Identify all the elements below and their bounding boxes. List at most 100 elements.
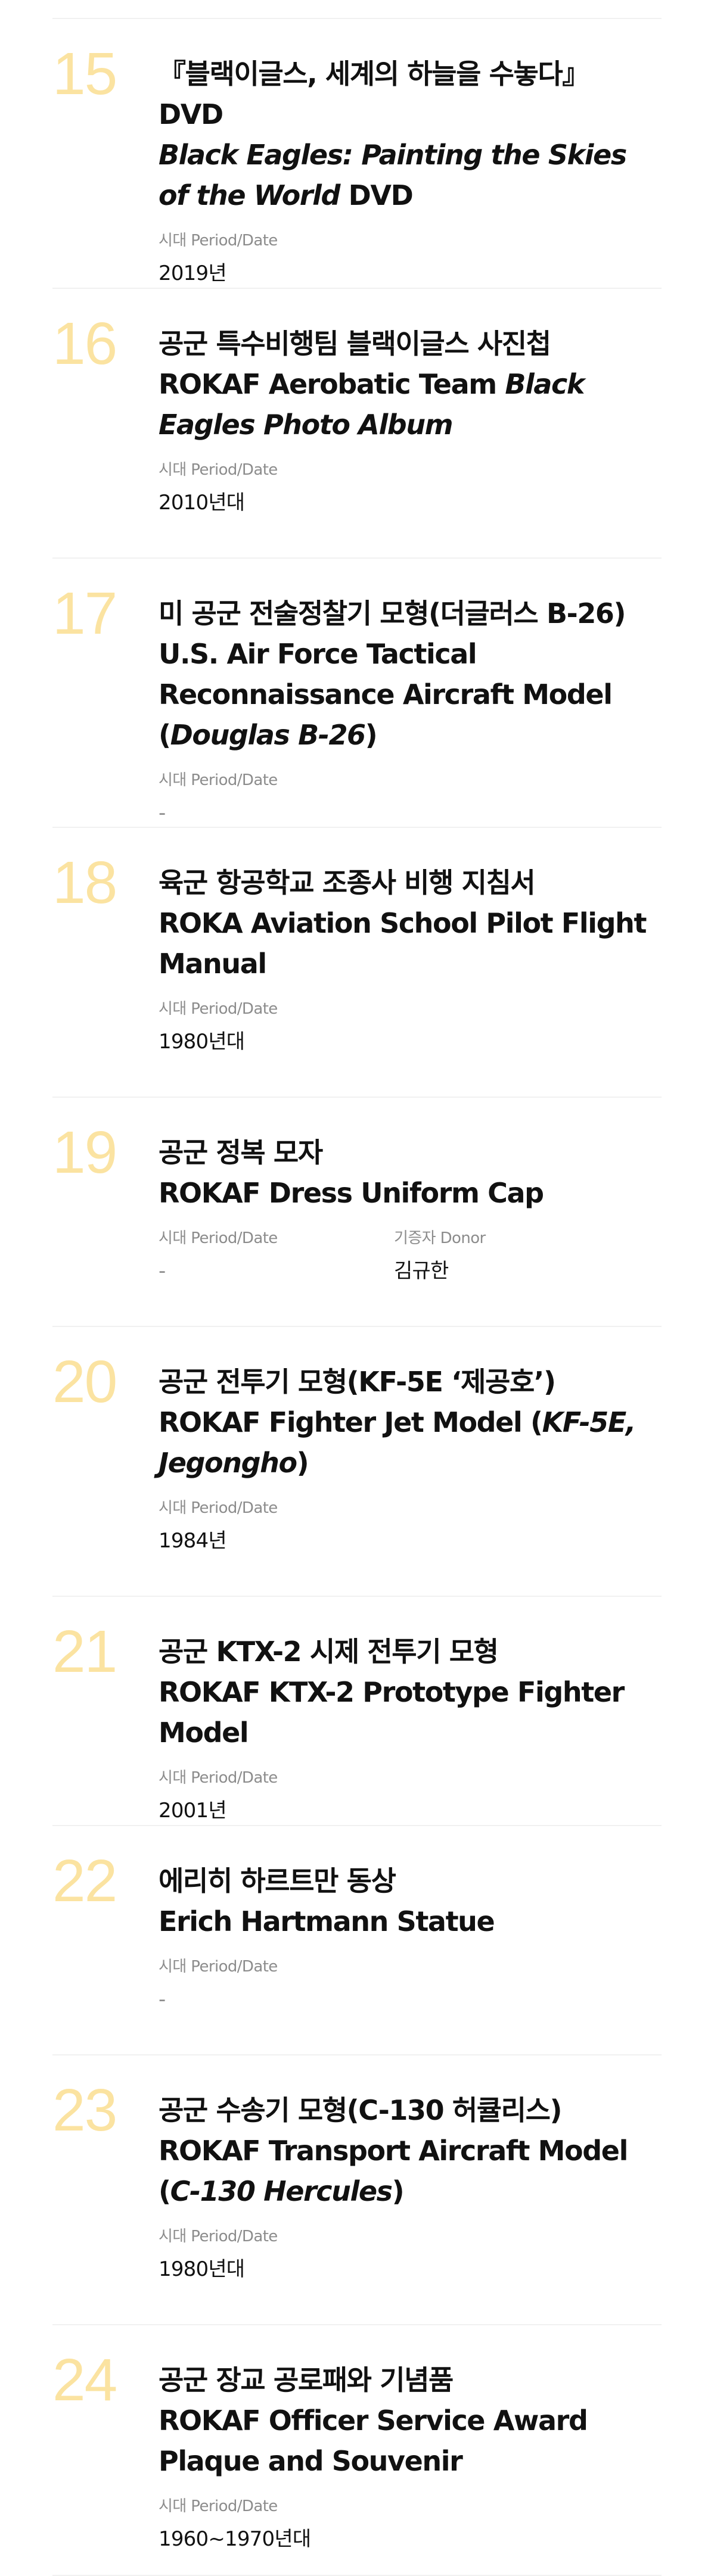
item-meta: 시대 Period/Date 2010년대 xyxy=(159,459,662,518)
item-body: 『블랙이글스, 세계의 하늘을 수놓다』 DVD Black Eagles: Pa… xyxy=(159,19,662,288)
item-title-korean: 공군 전투기 모형(KF-5E ‘제공호’) xyxy=(159,1366,556,1398)
meta-label: 시대 Period/Date xyxy=(159,461,278,479)
item-body: 육군 항공학교 조종사 비행 지침서 ROKA Aviation School P… xyxy=(159,828,662,1097)
meta-value: - xyxy=(159,1988,166,2011)
top-divider xyxy=(52,0,662,19)
item-meta: 시대 Period/Date 1980년대 xyxy=(159,998,662,1057)
title-english-part: ROKAF KTX-2 Prototype Fighter Model xyxy=(159,1676,625,1749)
item-title-korean: 공군 장교 공로패와 기념품 xyxy=(159,2364,454,2396)
meta-value: 김규한 xyxy=(394,1259,449,1283)
item-title-korean: 미 공군 전술정찰기 모형(더글러스 B-26) xyxy=(159,597,626,630)
item-number: 20 xyxy=(52,1348,117,1415)
period-field: 시대 Period/Date 1980년대 xyxy=(159,998,394,1057)
item-title-korean: 공군 수송기 모형(C-130 허큘리스) xyxy=(159,2094,563,2126)
period-field: 시대 Period/Date - xyxy=(159,1956,394,2014)
items-container: 15 『블랙이글스, 세계의 하늘을 수놓다』 DVD Black Eagles: … xyxy=(52,19,662,2576)
item-title-korean: 에리히 하르트만 동상 xyxy=(159,1865,396,1897)
period-field: 시대 Period/Date - xyxy=(159,770,394,828)
item-number: 24 xyxy=(52,2347,117,2413)
item-title-english: U.S. Air Force Tactical Reconnaissance A… xyxy=(159,634,662,755)
meta-value: 2019년 xyxy=(159,261,227,285)
item-title-english: ROKAF Dress Uniform Cap xyxy=(159,1173,662,1213)
meta-label: 시대 Period/Date xyxy=(159,1769,278,1787)
item-title-korean: 육군 항공학교 조종사 비행 지침서 xyxy=(159,867,536,899)
item-body: 에리히 하르트만 동상 Erich Hartmann Statue 시대 Perio… xyxy=(159,1826,662,2054)
item-body: 공군 KTX-2 시제 전투기 모형 ROKAF KTX-2 Prototype … xyxy=(159,1597,662,1825)
title-english-part: ) xyxy=(296,1447,309,1479)
collection-item: 21 공군 KTX-2 시제 전투기 모형 ROKAF KTX-2 Prototyp… xyxy=(52,1597,662,1826)
item-title-english: ROKAF Officer Service Award Plaque and S… xyxy=(159,2400,662,2481)
item-meta: 시대 Period/Date 2001년 xyxy=(159,1767,662,1826)
title-english-part: ROKAF Officer Service Award Plaque and S… xyxy=(159,2404,588,2477)
collection-item: 16 공군 특수비행팀 블랙이글스 사진첩 ROKAF Aerobatic Team… xyxy=(52,289,662,559)
collection-item: 15 『블랙이글스, 세계의 하늘을 수놓다』 DVD Black Eagles: … xyxy=(52,19,662,289)
item-body: 공군 정복 모자 ROKAF Dress Uniform Cap 시대 Period… xyxy=(159,1098,662,1326)
title-english-part: ROKAF Fighter Jet Model ( xyxy=(159,1406,543,1438)
item-body: 공군 수송기 모형(C-130 허큘리스) ROKAF Transport Air… xyxy=(159,2055,662,2324)
meta-label: 시대 Period/Date xyxy=(159,771,278,789)
collection-item: 18 육군 항공학교 조종사 비행 지침서 ROKA Aviation School… xyxy=(52,828,662,1098)
meta-value: - xyxy=(159,801,166,825)
meta-label: 시대 Period/Date xyxy=(159,1958,278,1976)
item-number: 23 xyxy=(52,2077,117,2144)
meta-label: 시대 Period/Date xyxy=(159,2497,278,2515)
meta-label: 시대 Period/Date xyxy=(159,1000,278,1018)
item-title-english: ROKA Aviation School Pilot Flight Manual xyxy=(159,903,662,984)
item-meta: 시대 Period/Date - 기증자 Donor 김규한 xyxy=(159,1228,662,1286)
meta-label: 시대 Period/Date xyxy=(159,232,278,250)
period-field: 시대 Period/Date 1980년대 xyxy=(159,2226,394,2284)
meta-value: 1960~1970년대 xyxy=(159,2527,311,2551)
title-english-part xyxy=(254,409,263,441)
item-title-english: Black Eagles: Painting the Skies of the … xyxy=(159,135,662,216)
item-title-english: Erich Hartmann Statue xyxy=(159,1901,662,1942)
period-field: 시대 Period/Date 2019년 xyxy=(159,230,394,288)
collection-item-list: 15 『블랙이글스, 세계의 하늘을 수놓다』 DVD Black Eagles: … xyxy=(52,0,662,2576)
meta-value: 1980년대 xyxy=(159,2257,245,2281)
item-number: 19 xyxy=(52,1119,117,1186)
item-number: 22 xyxy=(52,1848,117,1914)
collection-item: 24 공군 장교 공로패와 기념품 ROKAF Officer Service Aw… xyxy=(52,2325,662,2576)
item-meta: 시대 Period/Date 1980년대 xyxy=(159,2226,662,2284)
meta-label: 시대 Period/Date xyxy=(159,1229,278,1247)
period-field: 시대 Period/Date 1960~1970년대 xyxy=(159,2496,394,2554)
meta-value: - xyxy=(159,1259,166,1283)
title-english-part: ROKAF Aerobatic Team xyxy=(159,368,505,400)
title-english-italic-part: C-130 Hercules xyxy=(170,2175,393,2207)
period-field: 시대 Period/Date 2010년대 xyxy=(159,459,394,518)
item-title-english: ROKAF Aerobatic Team Black Eagles Photo … xyxy=(159,364,662,445)
period-field: 시대 Period/Date 1984년 xyxy=(159,1497,394,1556)
title-english-part: ROKA Aviation School Pilot Flight Manual xyxy=(159,907,647,980)
item-title-korean: 공군 KTX-2 시제 전투기 모형 xyxy=(159,1636,499,1668)
collection-item: 17 미 공군 전술정찰기 모형(더글러스 B-26) U.S. Air Force… xyxy=(52,559,662,828)
item-number: 16 xyxy=(52,310,117,377)
title-english-italic-part: Photo Album xyxy=(263,409,454,441)
title-english-part: ) xyxy=(392,2175,405,2207)
item-body: 공군 장교 공로패와 기념품 ROKAF Officer Service Awar… xyxy=(159,2325,662,2575)
item-title-korean: 『블랙이글스, 세계의 하늘을 수놓다』 DVD xyxy=(159,58,589,130)
title-english-italic-part: Douglas B-26 xyxy=(170,719,366,751)
item-body: 공군 특수비행팀 블랙이글스 사진첩 ROKAF Aerobatic Team B… xyxy=(159,289,662,557)
item-number: 15 xyxy=(52,41,117,107)
meta-value: 1984년 xyxy=(159,1529,227,1553)
collection-item: 19 공군 정복 모자 ROKAF Dress Uniform Cap 시대 Peri… xyxy=(52,1098,662,1327)
donor-field: 기증자 Donor 김규한 xyxy=(394,1228,629,1286)
meta-label: 기증자 Donor xyxy=(394,1229,486,1247)
meta-label: 시대 Period/Date xyxy=(159,2228,278,2245)
item-title-korean: 공군 특수비행팀 블랙이글스 사진첩 xyxy=(159,328,551,360)
item-title-korean: 공군 정복 모자 xyxy=(159,1136,323,1169)
item-body: 미 공군 전술정찰기 모형(더글러스 B-26) U.S. Air Force T… xyxy=(159,559,662,827)
item-number: 18 xyxy=(52,849,117,916)
collection-item: 23 공군 수송기 모형(C-130 허큘리스) ROKAF Transport A… xyxy=(52,2055,662,2325)
meta-value: 1980년대 xyxy=(159,1030,245,1054)
item-title-english: ROKAF Transport Aircraft Model (C-130 He… xyxy=(159,2130,662,2211)
item-number: 21 xyxy=(52,1618,117,1685)
item-meta: 시대 Period/Date - xyxy=(159,770,662,828)
period-field: 시대 Period/Date - xyxy=(159,1228,394,1286)
item-title-english: ROKAF KTX-2 Prototype Fighter Model xyxy=(159,1672,662,1753)
collection-item: 22 에리히 하르트만 동상 Erich Hartmann Statue 시대 Per… xyxy=(52,1826,662,2055)
title-english-part: DVD xyxy=(340,179,414,211)
title-english-part: ) xyxy=(365,719,378,751)
meta-value: 2010년대 xyxy=(159,491,245,515)
item-meta: 시대 Period/Date - xyxy=(159,1956,662,2014)
collection-item: 20 공군 전투기 모형(KF-5E ‘제공호’) ROKAF Fighter Je… xyxy=(52,1327,662,1597)
